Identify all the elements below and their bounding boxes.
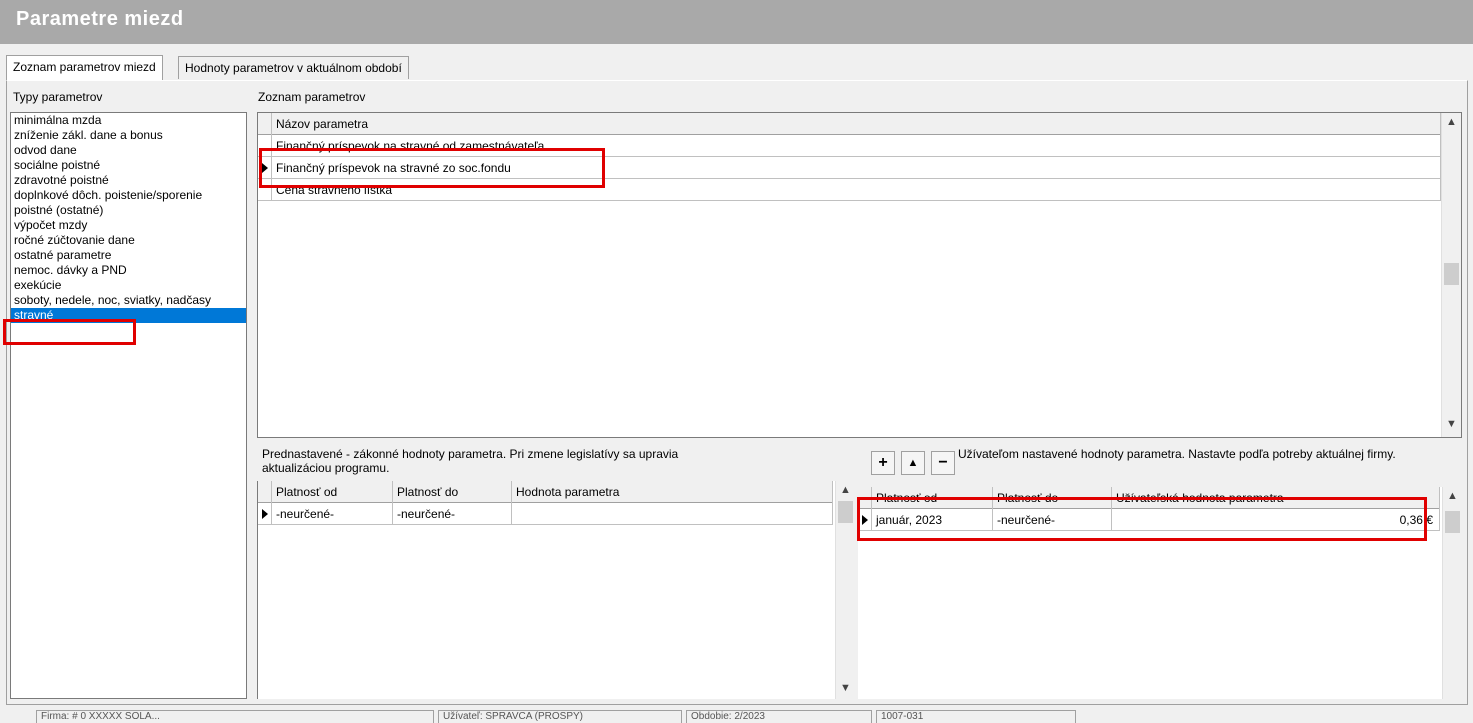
parameter-name-cell[interactable]: Finančný príspevok na stravné od zamestn… [272, 135, 1441, 157]
parameter-list-label: Zoznam parametrov [258, 90, 366, 104]
valid-to-cell[interactable]: -neurčené- [393, 503, 512, 525]
parameter-value-cell[interactable] [512, 503, 833, 525]
list-item[interactable]: stravné [11, 308, 246, 323]
scroll-thumb[interactable] [1445, 511, 1460, 533]
list-item[interactable]: výpočet mzdy [11, 218, 246, 233]
table-row-current[interactable]: Finančný príspevok na stravné zo soc.fon… [258, 157, 1441, 179]
current-row-icon [262, 509, 268, 519]
list-item[interactable]: soboty, nedele, noc, sviatky, nadčasy [11, 293, 246, 308]
list-item[interactable]: ostatné parametre [11, 248, 246, 263]
column-header-valid-to[interactable]: Platnosť do [393, 481, 512, 503]
status-company: Firma: # 0 XXXXX SOLA... [36, 710, 434, 723]
current-row-icon [262, 163, 268, 173]
window-title-bar: Parametre miezd [0, 0, 1473, 44]
user-value-cell[interactable]: 0,36 € [1112, 509, 1440, 531]
valid-from-cell[interactable]: -neurčené- [272, 503, 393, 525]
parameter-name-cell[interactable]: Cena stravného lístka [272, 179, 1441, 201]
list-item[interactable]: zdravotné poistné [11, 173, 246, 188]
add-value-button[interactable]: + [871, 451, 895, 475]
user-values-scrollbar[interactable]: ▲ [1442, 487, 1462, 699]
list-item[interactable]: poistné (ostatné) [11, 203, 246, 218]
status-user: Užívateľ: SPRAVCA (PROSPY) [438, 710, 682, 723]
parameter-name-cell[interactable]: Finančný príspevok na stravné zo soc.fon… [272, 157, 1441, 179]
list-item[interactable]: minimálna mzda [11, 113, 246, 128]
list-item[interactable]: doplnkové dôch. poistenie/sporenie [11, 188, 246, 203]
move-up-button[interactable]: ▲ [901, 451, 925, 475]
column-header-user-value[interactable]: Užívateľská hodnota parametra [1112, 487, 1440, 509]
scroll-up-icon[interactable]: ▲ [1443, 487, 1462, 505]
scroll-up-icon[interactable]: ▲ [836, 481, 854, 499]
column-header-valid-from[interactable]: Platnosť od [272, 481, 393, 503]
column-header-parameter-name[interactable]: Názov parametra [272, 113, 1441, 135]
parameter-grid-header: Názov parametra [258, 113, 1441, 135]
column-header-valid-to[interactable]: Platnosť do [993, 487, 1112, 509]
parameter-types-label: Typy parametrov [13, 90, 103, 104]
list-item[interactable]: sociálne poistné [11, 158, 246, 173]
list-item[interactable]: exekúcie [11, 278, 246, 293]
valid-to-cell[interactable]: -neurčené- [993, 509, 1112, 531]
parameter-grid-scrollbar[interactable]: ▲ ▼ [1441, 113, 1461, 437]
window-title: Parametre miezd [16, 8, 184, 30]
table-row[interactable]: január, 2023 -neurčené- 0,36 € [858, 509, 1440, 531]
list-item[interactable]: zníženie zákl. dane a bonus [11, 128, 246, 143]
table-row[interactable]: Finančný príspevok na stravné od zamestn… [258, 135, 1441, 157]
tab-parameter-list[interactable]: Zoznam parametrov miezd [6, 55, 163, 80]
valid-from-cell[interactable]: január, 2023 [872, 509, 993, 531]
list-item[interactable]: nemoc. dávky a PND [11, 263, 246, 278]
current-row-icon [862, 515, 868, 525]
scroll-up-icon[interactable]: ▲ [1442, 113, 1461, 131]
status-bar: Firma: # 0 XXXXX SOLA... Užívateľ: SPRAV… [0, 708, 1473, 723]
user-values-description: Užívateľom nastavené hodnoty parametra. … [958, 447, 1396, 461]
remove-value-button[interactable]: − [931, 451, 955, 475]
status-version: 1007-031 [876, 710, 1076, 723]
parameter-list-grid: Názov parametra Finančný príspevok na st… [257, 112, 1462, 438]
user-values-grid: Platnosť od Platnosť do Užívateľská hodn… [858, 487, 1462, 699]
scroll-down-icon[interactable]: ▼ [1442, 415, 1461, 433]
scroll-down-icon[interactable]: ▼ [836, 679, 854, 697]
status-period: Obdobie: 2/2023 [686, 710, 872, 723]
default-values-description: Prednastavené - zákonné hodnoty parametr… [262, 447, 679, 475]
scroll-thumb[interactable] [1444, 263, 1459, 285]
parameter-types-list[interactable]: minimálna mzda zníženie zákl. dane a bonu… [10, 112, 247, 699]
list-item[interactable]: odvod dane [11, 143, 246, 158]
scroll-thumb[interactable] [838, 501, 853, 523]
default-values-scrollbar[interactable]: ▲ ▼ [835, 481, 854, 699]
tab-parameter-values[interactable]: Hodnoty parametrov v aktuálnom období [178, 56, 409, 79]
table-row[interactable]: -neurčené- -neurčené- [258, 503, 833, 525]
column-header-valid-from[interactable]: Platnosť od [872, 487, 993, 509]
list-item[interactable]: ročné zúčtovanie dane [11, 233, 246, 248]
table-row[interactable]: Cena stravného lístka [258, 179, 1441, 201]
default-values-grid: Platnosť od Platnosť do Hodnota parametr… [257, 481, 854, 699]
column-header-parameter-value[interactable]: Hodnota parametra [512, 481, 833, 503]
